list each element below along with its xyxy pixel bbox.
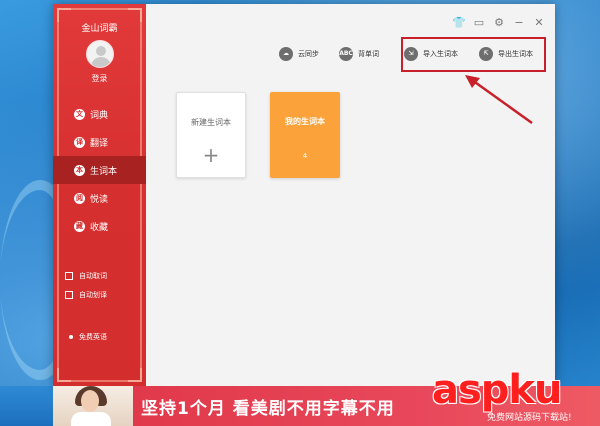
sidebar-item-label: 悦读 <box>90 194 109 205</box>
free-english-label: 免费英语 <box>79 333 107 341</box>
banner-person-image <box>53 386 133 426</box>
sidebar-nav: 文 词典 译 翻译 本 生词本 阅 悦读 藏 收藏 <box>53 100 146 240</box>
cloud-sync-label: 云同步 <box>298 50 319 58</box>
reading-icon: 阅 <box>74 192 85 204</box>
auto-translate-label: 自动划译 <box>79 290 107 299</box>
watermark-subtitle: 免费网站源码下载站! <box>487 413 572 423</box>
avatar-body <box>91 57 111 67</box>
avatar-head <box>96 46 106 56</box>
sidebar-options: 自动取词 自动划译 <box>65 266 107 304</box>
auto-lookup-option[interactable]: 自动取词 <box>65 266 107 285</box>
site-watermark: aspku 免费网站源码下载站! <box>432 368 600 426</box>
minimize-button[interactable]: − <box>512 16 526 30</box>
plus-icon: + <box>202 143 220 167</box>
sidebar-item-favorites[interactable]: 藏 收藏 <box>53 212 146 240</box>
window-controls: 👕 ▭ ⚙ − ✕ <box>452 16 546 30</box>
banner-text: 坚持1个月 看美剧不用字幕不用 <box>141 399 395 419</box>
sidebar-item-translate[interactable]: 译 翻译 <box>53 128 146 156</box>
auto-translate-checkbox[interactable] <box>65 290 73 299</box>
dictionary-icon: 文 <box>74 108 85 120</box>
corner-ornament <box>57 8 71 22</box>
recite-words-label: 背单词 <box>358 50 379 58</box>
sidebar-item-reading[interactable]: 阅 悦读 <box>53 184 146 212</box>
abc-icon: ABC <box>339 47 353 61</box>
new-wordbook-label: 新建生词本 <box>191 118 231 127</box>
sidebar: 金山词霸 登录 文 词典 译 翻译 本 生词本 阅 悦读 藏 收藏 自动取词 自… <box>53 4 146 386</box>
close-button[interactable]: ✕ <box>532 16 546 30</box>
watermark-logo: aspku <box>432 367 563 413</box>
auto-translate-option[interactable]: 自动划译 <box>65 285 107 304</box>
cloud-sync-button[interactable]: ☁ 云同步 <box>279 44 319 64</box>
free-english-link[interactable]: 免费英语 <box>69 332 107 342</box>
wordbook-icon: 本 <box>74 164 85 176</box>
translate-icon: 译 <box>74 136 85 148</box>
annotation-highlight-box <box>401 37 546 72</box>
sidebar-item-label: 收藏 <box>90 222 109 233</box>
my-wordbook-label: 我的生词本 <box>285 117 325 126</box>
settings-icon[interactable]: ⚙ <box>492 16 506 30</box>
recite-words-button[interactable]: ABC 背单词 <box>339 44 379 64</box>
taskbar-edge <box>0 386 53 426</box>
auto-lookup-label: 自动取词 <box>79 271 107 280</box>
my-wordbook-card[interactable]: 我的生词本 4 <box>270 92 340 178</box>
message-icon[interactable]: ▭ <box>472 16 486 30</box>
banner-person-shirt <box>71 412 111 426</box>
app-title: 金山词霸 <box>81 24 118 34</box>
sidebar-item-wordbook[interactable]: 本 生词本 <box>53 156 146 184</box>
cloud-icon: ☁ <box>279 47 293 61</box>
auto-lookup-checkbox[interactable] <box>65 271 73 280</box>
corner-ornament <box>128 368 142 382</box>
sidebar-item-label: 翻译 <box>90 138 109 149</box>
sidebar-item-dictionary[interactable]: 文 词典 <box>53 100 146 128</box>
new-wordbook-card[interactable]: 新建生词本 + <box>176 92 246 178</box>
corner-ornament <box>57 368 71 382</box>
sidebar-item-label: 生词本 <box>90 166 118 177</box>
sidebar-item-label: 词典 <box>90 110 109 121</box>
word-count: 4 <box>302 152 308 160</box>
login-link[interactable]: 登录 <box>53 73 146 84</box>
skin-icon[interactable]: 👕 <box>452 16 466 30</box>
bullet-icon <box>69 335 73 339</box>
banner-person-face <box>81 390 99 412</box>
favorites-icon: 藏 <box>74 220 85 232</box>
avatar[interactable] <box>86 40 114 68</box>
corner-ornament <box>128 8 142 22</box>
